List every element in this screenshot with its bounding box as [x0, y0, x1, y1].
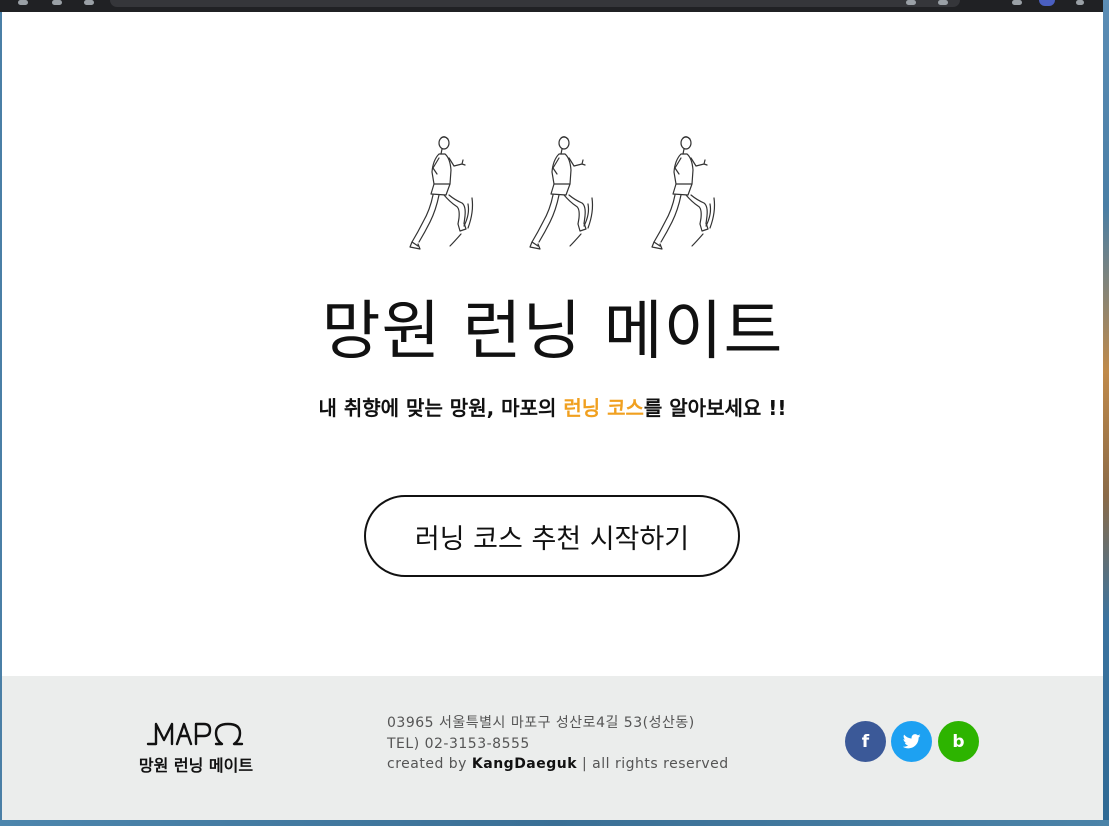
facebook-icon: f: [861, 731, 870, 752]
footer-logo-text: 망원 런닝 메이트: [138, 756, 254, 775]
blog-button[interactable]: b: [938, 721, 979, 762]
social-links: f b: [845, 721, 985, 763]
credit-author: KangDaeguk: [471, 756, 578, 772]
address-bar[interactable]: [110, 0, 960, 7]
subtitle-highlight: 런닝 코스: [563, 396, 644, 420]
facebook-button[interactable]: f: [845, 721, 886, 762]
extension-icon[interactable]: [906, 0, 916, 5]
runner-illustrations: [406, 134, 726, 256]
running-man-sketch-icon: [526, 134, 596, 256]
footer-contact-info: 03965 서울특별시 마포구 성산로4길 53(성산동) TEL) 02-31…: [387, 713, 807, 775]
footer: 망원 런닝 메이트 03965 서울특별시 마포구 성산로4길 53(성산동) …: [2, 676, 1103, 820]
blog-b-icon: b: [952, 731, 965, 752]
subtitle-text: 내 취향에 맞는 망원, 마포의: [318, 396, 564, 420]
credit-suffix: | all rights reserved: [577, 756, 729, 772]
desktop-background: [1103, 0, 1109, 826]
extension-icon[interactable]: [1012, 0, 1022, 5]
mapo-logo-icon: [146, 722, 244, 746]
menu-icon[interactable]: [1076, 0, 1084, 5]
twitter-bird-icon: [902, 734, 921, 749]
footer-tel: TEL) 02-3153-8555: [387, 735, 530, 752]
running-man-sketch-icon: [648, 134, 718, 256]
subtitle-text: 를 알아보세요 !!: [643, 396, 787, 420]
page-title: 망원 런닝 메이트: [321, 295, 784, 369]
forward-icon[interactable]: [52, 0, 62, 5]
desktop-background: [0, 820, 1109, 826]
reload-icon[interactable]: [84, 0, 94, 5]
profile-avatar[interactable]: [1039, 0, 1055, 6]
page-subtitle: 내 취향에 맞는 망원, 마포의 런닝 코스를 알아보세요 !!: [2, 392, 1103, 421]
footer-credit: created by KangDaeguk | all rights reser…: [387, 754, 807, 775]
running-man-sketch-icon: [406, 134, 476, 256]
page-viewport: 망원 런닝 메이트 내 취향에 맞는 망원, 마포의 런닝 코스를 알아보세요 …: [2, 12, 1103, 820]
footer-address: 03965 서울특별시 마포구 성산로4길 53(성산동): [387, 715, 695, 731]
browser-toolbar: [0, 0, 1103, 12]
extension-icon[interactable]: [938, 0, 948, 5]
credit-prefix: created by: [387, 756, 472, 772]
start-course-recommendation-button[interactable]: 러닝 코스 추천 시작하기: [364, 495, 740, 577]
hero-section: 망원 런닝 메이트 내 취향에 맞는 망원, 마포의 런닝 코스를 알아보세요 …: [2, 12, 1103, 676]
twitter-button[interactable]: [891, 721, 932, 762]
footer-logo[interactable]: 망원 런닝 메이트: [126, 718, 266, 778]
back-icon[interactable]: [18, 0, 28, 5]
